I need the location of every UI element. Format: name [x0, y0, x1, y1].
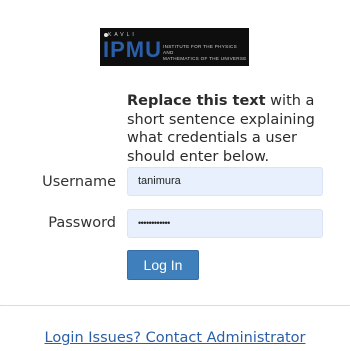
username-field[interactable]: tanimura: [127, 167, 323, 196]
logo-institute-line2: MATHEMATICS OF THE UNIVERSE: [163, 56, 247, 61]
login-issues-link[interactable]: Login Issues? Contact Administrator: [0, 330, 350, 346]
password-label: Password: [48, 215, 116, 231]
logo-ipmu-text: IPMU: [103, 37, 162, 62]
login-button[interactable]: Log In: [127, 250, 199, 280]
logo-institute-text: INSTITUTE FOR THE PHYSICS AND MATHEMATIC…: [163, 44, 247, 62]
password-field[interactable]: ••••••••••••: [127, 209, 323, 238]
login-description: Replace this text with a short sentence …: [127, 92, 327, 166]
logo-institute-line1: INSTITUTE FOR THE PHYSICS AND: [163, 44, 238, 55]
description-bold: Replace this text: [127, 93, 266, 109]
kavli-ipmu-logo: KAVLI IPMU INSTITUTE FOR THE PHYSICS AND…: [100, 28, 249, 66]
username-label: Username: [42, 174, 116, 190]
